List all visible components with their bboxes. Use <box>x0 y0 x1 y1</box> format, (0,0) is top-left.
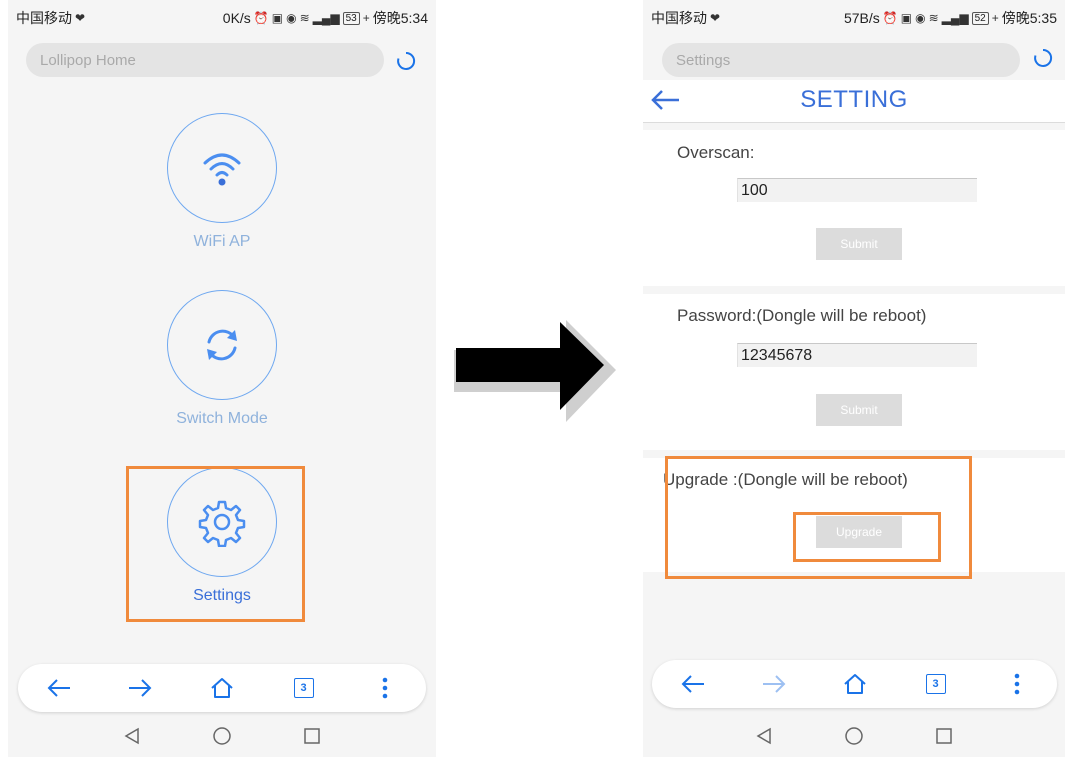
signal-icon: ▂▄▆ <box>941 11 969 25</box>
overscan-section: Overscan: 100 Submit <box>643 130 1065 286</box>
back-button[interactable] <box>673 664 713 704</box>
overscan-input[interactable]: 100 <box>737 178 977 202</box>
system-back-icon[interactable] <box>754 726 774 746</box>
forward-arrow-icon <box>762 675 785 693</box>
forward-button[interactable] <box>754 664 794 704</box>
url-bar[interactable]: Lollipop Home <box>26 43 384 77</box>
switch-mode-button[interactable] <box>167 290 277 400</box>
forward-arrow-icon <box>129 679 152 697</box>
browser-toolbar: 3 <box>18 664 426 712</box>
carrier-label: 中国移动 <box>16 10 72 26</box>
transition-arrow-icon <box>454 320 616 422</box>
browser-toolbar: 3 <box>652 660 1057 708</box>
clock-time: 傍晚5:34 <box>372 10 428 26</box>
tab-count: 3 <box>925 674 946 694</box>
more-vertical-icon <box>382 677 388 699</box>
wifi-icon <box>203 153 241 186</box>
overscan-label: Overscan: <box>677 143 755 162</box>
alarm-icon: ⏰ <box>882 11 898 25</box>
wifi-ap-label: WiFi AP <box>193 233 251 250</box>
network-speed: 57B/s <box>843 10 880 26</box>
password-input[interactable]: 12345678 <box>737 343 977 367</box>
reload-icon[interactable] <box>1032 47 1054 69</box>
system-back-icon[interactable] <box>122 726 142 746</box>
password-section: Password:(Dongle will be reboot) 1234567… <box>643 294 1065 450</box>
password-label: Password:(Dongle will be reboot) <box>677 306 927 325</box>
password-submit-button[interactable]: Submit <box>816 394 902 426</box>
url-bar[interactable]: Settings <box>662 43 1020 77</box>
charging-icon: + <box>991 11 999 25</box>
system-nav-bar <box>643 714 1065 757</box>
system-recents-icon[interactable] <box>934 726 954 746</box>
home-button[interactable] <box>202 668 242 708</box>
system-recents-icon[interactable] <box>302 726 322 746</box>
eye-icon: ◉ <box>286 11 297 25</box>
hd-icon: ▣ <box>271 11 284 25</box>
page-title: SETTING <box>800 86 908 113</box>
more-vertical-icon <box>1014 673 1019 695</box>
settings-highlight-box <box>126 466 305 622</box>
wifi-ap-button[interactable] <box>167 113 277 223</box>
network-speed: 0K/s <box>222 10 251 26</box>
heart-icon: ❤ <box>710 11 721 25</box>
sync-icon <box>207 329 237 361</box>
upgrade-button-highlight-box <box>793 512 941 562</box>
forward-button[interactable] <box>120 668 160 708</box>
wifi-ap-item[interactable]: WiFi AP <box>120 113 324 251</box>
battery-level: 53 <box>342 11 360 25</box>
battery-level: 52 <box>971 11 989 25</box>
tabs-button[interactable]: 3 <box>916 664 956 704</box>
back-arrow-icon <box>47 679 70 697</box>
signal-icon: ▂▄▆ <box>312 11 340 25</box>
wifi-status-icon: ≋ <box>299 11 310 25</box>
left-phone-screen: 中国移动 ❤ 0K/s ⏰ ▣ ◉ ≋ ▂▄▆ 53 + 傍晚5:34 Loll… <box>8 0 436 757</box>
system-home-icon[interactable] <box>844 726 864 746</box>
status-bar: 中国移动 ❤ 0K/s ⏰ ▣ ◉ ≋ ▂▄▆ 53 + 傍晚5:34 <box>8 0 436 36</box>
tabs-button[interactable]: 3 <box>284 668 324 708</box>
wifi-status-icon: ≋ <box>928 11 939 25</box>
url-text: Lollipop Home <box>40 51 136 69</box>
url-text: Settings <box>676 51 731 69</box>
alarm-icon: ⏰ <box>253 11 269 25</box>
settings-header: SETTING <box>643 80 1065 123</box>
clock-time: 傍晚5:35 <box>1001 10 1057 26</box>
switch-mode-label: Switch Mode <box>176 410 268 427</box>
switch-mode-item[interactable]: Switch Mode <box>120 290 324 428</box>
reload-icon[interactable] <box>395 50 417 72</box>
overscan-submit-button[interactable]: Submit <box>816 228 902 260</box>
system-home-icon[interactable] <box>212 726 232 746</box>
heart-icon: ❤ <box>75 11 86 25</box>
hd-icon: ▣ <box>900 11 913 25</box>
charging-icon: + <box>362 11 370 25</box>
back-button[interactable] <box>39 668 79 708</box>
eye-icon: ◉ <box>915 11 926 25</box>
back-arrow-icon <box>681 675 704 693</box>
right-phone-screen: 中国移动 ❤ 57B/s ⏰ ▣ ◉ ≋ ▂▄▆ 52 + 傍晚5:35 Set… <box>643 0 1065 757</box>
tab-count: 3 <box>293 678 314 698</box>
home-icon <box>843 674 866 694</box>
system-nav-bar <box>8 714 436 757</box>
menu-button[interactable] <box>997 664 1037 704</box>
carrier-label: 中国移动 <box>651 10 707 26</box>
status-bar: 中国移动 ❤ 57B/s ⏰ ▣ ◉ ≋ ▂▄▆ 52 + 傍晚5:35 <box>643 0 1065 36</box>
home-button[interactable] <box>835 664 875 704</box>
menu-button[interactable] <box>365 668 405 708</box>
home-icon <box>211 678 233 698</box>
